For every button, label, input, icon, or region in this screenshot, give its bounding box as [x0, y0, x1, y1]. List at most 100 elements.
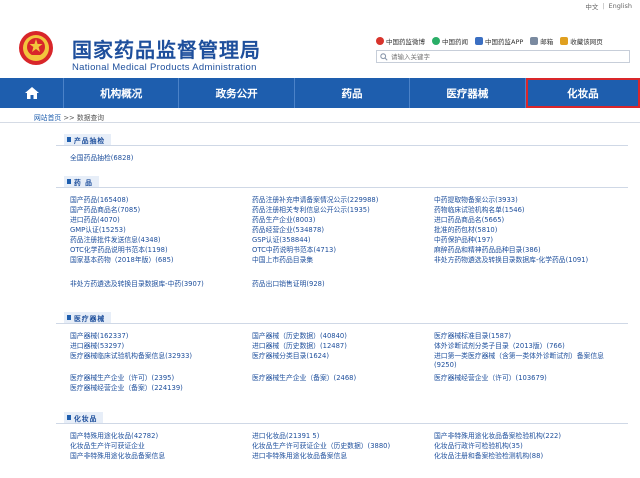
top-links: 中国药监微博 中国药闻 中国药监APP 邮箱 收藏该网页	[376, 36, 603, 46]
list-item[interactable]: 药物临床试验机构名单(1546)	[434, 206, 525, 215]
section-title: 化妆品	[64, 412, 104, 423]
list-item[interactable]: 医疗器械生产企业（备案）(2468)	[252, 374, 356, 383]
main-nav: 机构概况 政务公开 药品 医疗器械 化妆品	[0, 78, 640, 108]
breadcrumb-separator: >>	[63, 114, 75, 122]
app-icon	[475, 37, 483, 45]
list-item[interactable]: OTC化学药品说明书范本(1198)	[70, 246, 168, 255]
list-item[interactable]: 药品注册批件发送信息(4348)	[70, 236, 161, 245]
list-item[interactable]: 药品注册相关专利信息公开公示(1935)	[252, 206, 370, 215]
favorite-icon	[560, 37, 569, 45]
list-item[interactable]: 批准的药包材(5810)	[434, 226, 497, 235]
site-title[interactable]: 国家药品监督管理局	[72, 34, 261, 63]
section-title: 药 品	[64, 176, 99, 187]
list-item[interactable]: 麻醉药品和精神药品品种目录(386)	[434, 246, 541, 255]
list-item[interactable]: 体外诊断试剂分类子目录（2013版）(766)	[434, 342, 565, 351]
section-header: 医疗器械	[56, 310, 628, 324]
list-item[interactable]: 化妆品生产许可获证企业（历史数据）(3880)	[252, 442, 390, 451]
nav-home[interactable]	[0, 78, 64, 108]
list-item[interactable]: 医疗器械经营企业（许可）(103679)	[434, 374, 547, 383]
site-title-english: National Medical Products Administration	[72, 62, 257, 73]
language-bar: 中文 | English	[585, 0, 632, 12]
list-item[interactable]: 医疗器械标准目录(1587)	[434, 332, 511, 341]
mail-icon	[530, 37, 539, 45]
section-header: 产品抽检	[56, 132, 628, 146]
breadcrumb-current: 数据查询	[76, 114, 105, 122]
section-medical-devices: 医疗器械 国产器械(162337) 进口器械(53297) 医疗器械临床试验机构…	[56, 310, 628, 414]
list-item[interactable]: 中药保护品种(197)	[434, 236, 493, 245]
nav-drugs[interactable]: 药品	[295, 78, 411, 108]
list-item[interactable]: 国产非特殊用途化妆品备案检验机构(222)	[434, 432, 561, 441]
list-item[interactable]: 医疗器械生产企业（许可）(2395)	[70, 374, 174, 383]
section-header: 化妆品	[56, 410, 628, 424]
nav-organization[interactable]: 机构概况	[64, 78, 180, 108]
nav-government-affairs[interactable]: 政务公开	[179, 78, 295, 108]
favorite-link[interactable]: 收藏该网页	[560, 36, 603, 46]
list-item[interactable]: 化妆品注册和备案检验检测机构(88)	[434, 452, 543, 461]
list-item[interactable]: 非处方药遴选及转换目录数据库-中药(3907)	[70, 280, 204, 289]
list-item[interactable]: 进口药品商品名(5665)	[434, 216, 504, 225]
mail-link[interactable]: 邮箱	[530, 36, 553, 46]
section-cosmetics: 化妆品 国产特殊用途化妆品(42782) 化妆品生产许可获证企业 国产非特殊用途…	[56, 410, 628, 478]
list-item[interactable]: GMP认证(15253)	[70, 226, 126, 235]
app-link-label: 中国药监APP	[485, 38, 524, 46]
list-item[interactable]: 国产药品商品名(7085)	[70, 206, 140, 215]
list-item[interactable]: 非处方药物遴选及转换目录数据库-化学药品(1091)	[434, 256, 616, 265]
section-grid: 全国药品抽检(6828)	[56, 146, 628, 170]
list-item[interactable]: 药品注册补充申请备案情况公示(229988)	[252, 196, 378, 205]
list-item[interactable]: 进口器械（历史数据）(12487)	[252, 342, 347, 351]
list-item[interactable]: 医疗器械经营企业（备案）(224139)	[70, 384, 183, 393]
search-icon[interactable]	[377, 51, 391, 62]
section-title: 医疗器械	[64, 312, 112, 323]
section-grid: 国产药品(165408) 国产药品商品名(7085) 进口药品(4070) GM…	[56, 188, 628, 306]
wechat-link-label: 中国药闻	[442, 38, 468, 46]
list-item[interactable]: 全国药品抽检(6828)	[70, 154, 133, 163]
list-item[interactable]: 国产特殊用途化妆品(42782)	[70, 432, 158, 441]
list-item[interactable]: 进口第一类医疗器械（含第一类体外诊断试剂）备案信息(9250)	[434, 352, 610, 370]
site-header: 国家药品监督管理局 National Medical Products Admi…	[0, 12, 640, 78]
mail-link-label: 邮箱	[540, 38, 554, 46]
section-header: 药 品	[56, 174, 628, 188]
nav-cosmetics[interactable]: 化妆品	[525, 78, 640, 108]
section-drugs: 药 品 国产药品(165408) 国产药品商品名(7085) 进口药品(4070…	[56, 174, 628, 306]
list-item[interactable]: 进口器械(53297)	[70, 342, 124, 351]
list-item[interactable]: 进口非特殊用途化妆品备案信息	[252, 452, 347, 461]
weibo-link-label: 中国药监微博	[386, 38, 425, 46]
lang-separator: |	[602, 2, 605, 10]
list-item[interactable]: 进口化妆品(21391 5)	[252, 432, 319, 441]
list-item[interactable]: 药品出口销售证明(928)	[252, 280, 325, 289]
breadcrumb-divider	[0, 122, 640, 123]
list-item[interactable]: 进口药品(4070)	[70, 216, 120, 225]
home-icon	[24, 87, 39, 99]
list-item[interactable]: OTC中药说明书范本(4713)	[252, 246, 336, 255]
wechat-icon	[432, 37, 440, 45]
list-item[interactable]: 医疗器械分类目录(1624)	[252, 352, 329, 361]
list-item[interactable]: GSP认证(358844)	[252, 236, 311, 245]
search-input[interactable]	[391, 52, 621, 61]
list-item[interactable]: 化妆品生产许可获证企业	[70, 442, 145, 451]
breadcrumb: 网站首页 >> 数据查询	[34, 112, 104, 122]
list-item[interactable]: 药品经营企业(534878)	[252, 226, 324, 235]
list-item[interactable]: 化妆品行政许可检验机构(35)	[434, 442, 523, 451]
list-item[interactable]: 国产非特殊用途化妆品备案信息	[70, 452, 165, 461]
breadcrumb-home-link[interactable]: 网站首页	[34, 114, 61, 122]
lang-english-link[interactable]: English	[609, 2, 632, 10]
list-item[interactable]: 医疗器械临床试验机构备案信息(32933)	[70, 352, 192, 361]
list-item[interactable]: 国产器械(162337)	[70, 332, 128, 341]
weibo-icon	[376, 37, 384, 45]
list-item[interactable]: 药品生产企业(8003)	[252, 216, 315, 225]
search-box	[376, 50, 630, 63]
list-item[interactable]: 中国上市药品目录集	[252, 256, 313, 265]
list-item[interactable]: 国产药品(165408)	[70, 196, 128, 205]
list-item[interactable]: 国产器械（历史数据）(40840)	[252, 332, 347, 341]
list-item[interactable]: 中药提取物备案公示(3933)	[434, 196, 518, 205]
section-title: 产品抽检	[64, 134, 112, 145]
nav-medical-devices[interactable]: 医疗器械	[410, 78, 526, 108]
section-product-inspection: 产品抽检 全国药品抽检(6828)	[56, 132, 628, 170]
app-link[interactable]: 中国药监APP	[475, 36, 523, 46]
weibo-link[interactable]: 中国药监微博	[376, 36, 425, 46]
lang-chinese-link[interactable]: 中文	[585, 1, 598, 11]
national-emblem-icon	[19, 31, 53, 65]
favorite-link-label: 收藏该网页	[570, 38, 603, 46]
list-item[interactable]: 国家基本药物（2018年版）(685)	[70, 256, 174, 265]
wechat-link[interactable]: 中国药闻	[432, 36, 468, 46]
